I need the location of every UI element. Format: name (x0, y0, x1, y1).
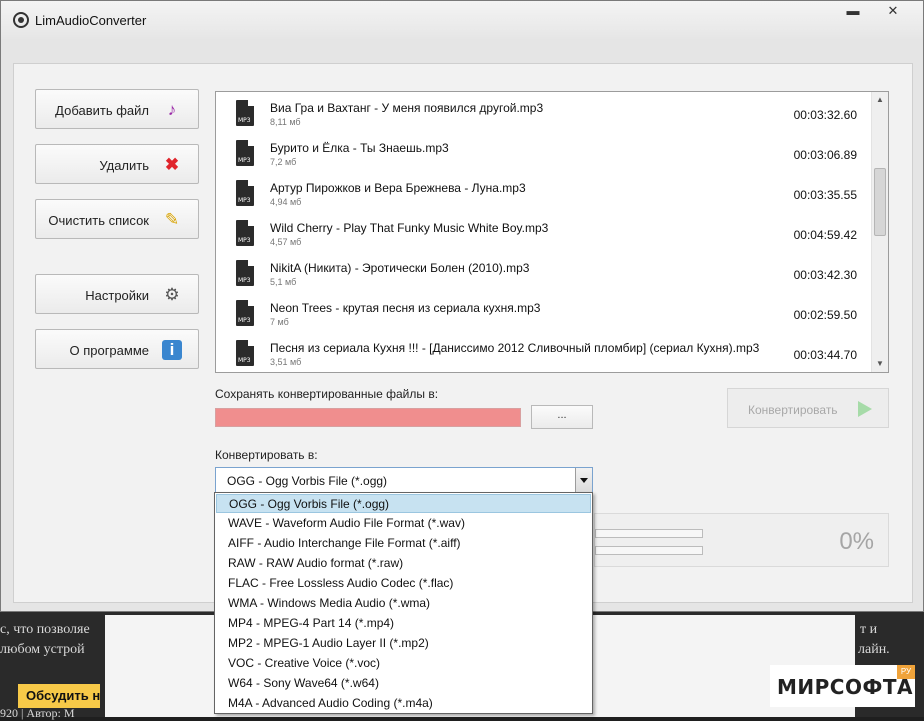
list-item[interactable]: MP3 Бурито и Ёлка - Ты Знаешь.mp3 7,2 мб… (216, 134, 871, 174)
format-option[interactable]: RAW - RAW Audio format (*.raw) (216, 554, 591, 573)
file-size: 4,94 мб (270, 197, 302, 207)
file-list-scrollbar[interactable]: ▲ ▼ (871, 92, 888, 372)
background-text: лайн. (858, 642, 890, 657)
list-item[interactable]: MP3 Песня из сериала Кухня !!! - [Данисс… (216, 334, 871, 372)
mp3-file-icon: MP3 (236, 100, 254, 126)
close-button[interactable]: ✕ (873, 1, 913, 21)
background-text: с, что позволяе (0, 622, 90, 637)
file-name: NikitA (Никита) - Эротически Болен (2010… (270, 261, 530, 275)
file-name: Песня из сериала Кухня !!! - [Даниссимо … (270, 341, 760, 355)
mp3-file-icon: MP3 (236, 140, 254, 166)
format-option[interactable]: OGG - Ogg Vorbis File (*.ogg) (216, 494, 591, 513)
file-name: Бурито и Ёлка - Ты Знаешь.mp3 (270, 141, 449, 155)
scroll-down-icon[interactable]: ▼ (872, 356, 888, 372)
mp3-file-icon: MP3 (236, 300, 254, 326)
progress-panel: 0% (594, 513, 889, 567)
file-duration: 00:03:44.70 (793, 348, 857, 362)
mp3-file-icon: MP3 (236, 180, 254, 206)
clear-list-label: Очистить список (48, 213, 149, 228)
scroll-up-icon[interactable]: ▲ (872, 92, 888, 108)
file-size: 7,2 мб (270, 157, 297, 167)
file-size: 8,11 мб (270, 117, 301, 127)
list-item[interactable]: MP3 Wild Cherry - Play That Funky Music … (216, 214, 871, 254)
format-option[interactable]: AIFF - Audio Interchange File Format (*.… (216, 534, 591, 553)
delete-icon: ✖ (164, 155, 180, 174)
clear-list-button[interactable]: Очистить список ✎ (35, 199, 199, 239)
mp3-file-icon: MP3 (236, 260, 254, 286)
info-icon: i (162, 340, 182, 360)
minimize-button[interactable]: ▬ (837, 1, 869, 21)
convert-label: Конвертировать (748, 403, 838, 417)
discuss-button[interactable]: Обсудить н (18, 684, 100, 708)
progress-percent: 0% (839, 528, 874, 555)
background-text: любом устрой (0, 642, 85, 657)
format-option[interactable]: MP4 - MPEG-4 Part 14 (*.mp4) (216, 614, 591, 633)
format-option[interactable]: W64 - Sony Wave64 (*.w64) (216, 674, 591, 693)
background-text: т и (860, 622, 878, 637)
add-music-icon: ♪ (167, 100, 177, 119)
format-option[interactable]: M4A - Advanced Audio Coding (*.m4a) (216, 694, 591, 713)
file-size: 3,51 мб (270, 357, 302, 367)
file-duration: 00:03:06.89 (793, 148, 857, 162)
site-watermark-logo: МИРСОФТА РУ (770, 665, 915, 707)
file-name: Wild Cherry - Play That Funky Music Whit… (270, 221, 549, 235)
watermark-badge: РУ (897, 665, 915, 679)
file-duration: 00:03:42.30 (793, 268, 857, 282)
list-item[interactable]: MP3 Виа Гра и Вахтанг - У меня появился … (216, 94, 871, 134)
file-size: 7 мб (270, 317, 289, 327)
about-button[interactable]: О программе i (35, 329, 199, 369)
broom-icon: ✎ (164, 210, 180, 229)
format-select[interactable]: OGG - Ogg Vorbis File (*.ogg) (215, 467, 593, 493)
format-option[interactable]: VOC - Creative Voice (*.voc) (216, 654, 591, 673)
format-option[interactable]: WAVE - Waveform Audio File Format (*.wav… (216, 514, 591, 533)
browse-button[interactable]: ... (531, 405, 593, 429)
total-progress-bar (595, 546, 703, 555)
file-duration: 00:03:35.55 (793, 188, 857, 202)
mp3-file-icon: MP3 (236, 340, 254, 366)
file-size: 4,57 мб (270, 237, 302, 247)
play-icon (858, 401, 872, 417)
title-bar[interactable]: LimAudioConverter ▬ ✕ (1, 1, 923, 39)
save-folder-field[interactable] (215, 408, 521, 427)
file-name: Виа Гра и Вахтанг - У меня появился друг… (270, 101, 544, 115)
mp3-file-icon: MP3 (236, 220, 254, 246)
chevron-down-icon[interactable] (575, 468, 592, 492)
gear-icon: ⚙ (164, 285, 180, 304)
convert-button[interactable]: Конвертировать (727, 388, 889, 428)
window-title: LimAudioConverter (35, 13, 147, 28)
watermark-text: МИРСОФТА (777, 675, 913, 699)
about-label: О программе (69, 343, 149, 358)
scroll-thumb[interactable] (874, 168, 886, 236)
add-file-label: Добавить файл (55, 103, 149, 118)
delete-button[interactable]: Удалить ✖ (35, 144, 199, 184)
file-size: 5,1 мб (270, 277, 297, 287)
background-text: 920 | Автор: М (0, 706, 75, 720)
list-item[interactable]: MP3 NikitA (Никита) - Эротически Болен (… (216, 254, 871, 294)
save-folder-label: Сохранять конвертированные файлы в: (215, 387, 439, 401)
list-item[interactable]: MP3 Neon Trees - крутая песня из сериала… (216, 294, 871, 334)
file-list[interactable]: MP3 Виа Гра и Вахтанг - У меня появился … (215, 91, 889, 373)
settings-label: Настройки (85, 288, 149, 303)
file-duration: 00:04:59.42 (793, 228, 857, 242)
format-option[interactable]: WMA - Windows Media Audio (*.wma) (216, 594, 591, 613)
file-duration: 00:02:59.50 (793, 308, 857, 322)
file-name: Neon Trees - крутая песня из сериала кух… (270, 301, 541, 315)
format-option[interactable]: MP2 - MPEG-1 Audio Layer II (*.mp2) (216, 634, 591, 653)
delete-label: Удалить (99, 158, 149, 173)
format-dropdown-list[interactable]: OGG - Ogg Vorbis File (*.ogg) WAVE - Wav… (214, 492, 593, 714)
format-select-value: OGG - Ogg Vorbis File (*.ogg) (227, 474, 388, 488)
list-item[interactable]: MP3 Артур Пирожков и Вера Брежнева - Лун… (216, 174, 871, 214)
file-progress-bar (595, 529, 703, 538)
file-name: Артур Пирожков и Вера Брежнева - Луна.mp… (270, 181, 526, 195)
app-logo-icon (13, 12, 29, 28)
convert-to-label: Конвертировать в: (215, 448, 318, 462)
file-duration: 00:03:32.60 (793, 108, 857, 122)
format-option[interactable]: FLAC - Free Lossless Audio Codec (*.flac… (216, 574, 591, 593)
add-file-button[interactable]: Добавить файл ♪ (35, 89, 199, 129)
settings-button[interactable]: Настройки ⚙ (35, 274, 199, 314)
